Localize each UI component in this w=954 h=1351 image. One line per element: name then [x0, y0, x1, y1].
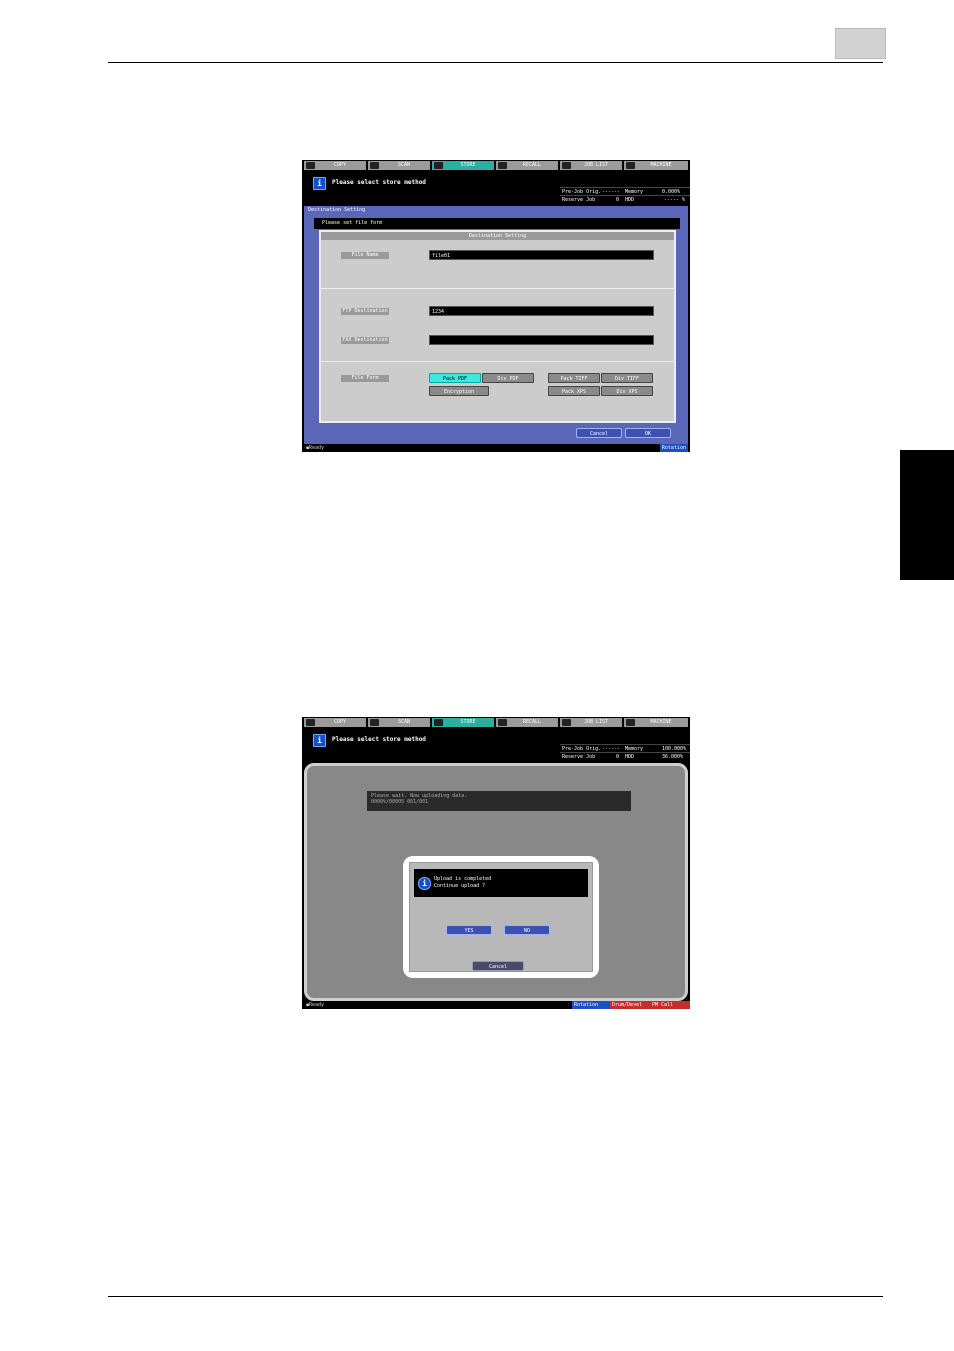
- status-message: Please select store method: [332, 736, 426, 743]
- div-tiff-button[interactable]: Div TIFF: [601, 373, 653, 383]
- tab-copy[interactable]: COPY: [304, 161, 366, 170]
- tab-copy[interactable]: COPY: [304, 718, 366, 727]
- tab-machine[interactable]: MACHINE: [624, 718, 688, 727]
- form-header: Destination Setting: [321, 232, 674, 240]
- ftp-destination-label: FTP Destination: [341, 308, 389, 315]
- machine-icon: [626, 719, 635, 726]
- tab-recall[interactable]: RECALL: [496, 718, 558, 727]
- tab-machine[interactable]: MACHINE: [624, 161, 688, 170]
- file-form-label: File Form: [341, 375, 389, 382]
- store-icon: [434, 719, 443, 726]
- tab-bar: COPY SCAN STORE RECALL JOB LIST MACHINE: [302, 160, 690, 171]
- file-name-label: File Name: [341, 252, 389, 259]
- divider: [321, 361, 674, 362]
- encryption-button[interactable]: Encryption: [429, 386, 489, 396]
- panel-title: Destination Setting: [308, 207, 366, 213]
- message-area: i Please select store method: [302, 171, 558, 203]
- status-panel: Pre-Job Orig. ------ Memory 100.000% Res…: [560, 728, 690, 760]
- form-area: Destination Setting File Name file01 FTP…: [319, 230, 676, 423]
- dialog-message: i Upload is completed Continue upload ?: [414, 869, 588, 897]
- tab-scan[interactable]: SCAN: [368, 718, 430, 727]
- ok-button[interactable]: OK: [625, 428, 671, 438]
- status-message: Please select store method: [332, 179, 426, 186]
- drum-devel-indicator: Drum/Devel: [610, 1001, 650, 1009]
- cancel-button[interactable]: Cancel: [576, 428, 622, 438]
- ftp-destination-field[interactable]: 1234: [429, 306, 654, 316]
- chapter-tab: [900, 450, 954, 580]
- tab-job-list[interactable]: JOB LIST: [560, 718, 622, 727]
- destination-setting-panel: Destination Setting Please set file form…: [304, 206, 688, 444]
- div-pdf-button[interactable]: Div PDF: [482, 373, 534, 383]
- status-panel: Pre-Job Orig. ------ Memory 0.000% Reser…: [560, 171, 690, 203]
- pack-tiff-button[interactable]: Pack TIFF: [548, 373, 600, 383]
- screenshot-upload-complete: COPY SCAN STORE RECALL JOB LIST MACHINE …: [302, 717, 690, 1009]
- ready-status: ◼ Ready to receive: [306, 445, 325, 451]
- copy-icon: [306, 162, 315, 169]
- cancel-upload-button[interactable]: Cancel: [472, 961, 524, 971]
- rotation-indicator: Rotation: [572, 1001, 610, 1009]
- status-row-reserve: Reserve Job 0 HDD 36.000%: [560, 752, 690, 761]
- tab-bar: COPY SCAN STORE RECALL JOB LIST MACHINE: [302, 717, 690, 728]
- upload-progress-message: Please wait. Now uploading data. 0000%/0…: [367, 791, 631, 811]
- no-button[interactable]: NO: [504, 925, 550, 935]
- job-list-icon: [562, 162, 571, 169]
- machine-icon: [626, 162, 635, 169]
- ready-status: ◼ Ready to receive: [306, 1002, 325, 1008]
- tab-store[interactable]: STORE: [432, 718, 494, 727]
- upload-panel: Please wait. Now uploading data. 0000%/0…: [304, 763, 688, 1001]
- tab-recall[interactable]: RECALL: [496, 161, 558, 170]
- tab-scan[interactable]: SCAN: [368, 161, 430, 170]
- instruction-bar: Please set file form: [314, 218, 680, 229]
- info-icon: i: [313, 734, 326, 747]
- info-icon: i: [418, 877, 431, 890]
- pm-call-indicator: PM Call: [650, 1001, 690, 1009]
- recall-icon: [498, 162, 507, 169]
- fax-destination-label: FAX Destination: [341, 337, 389, 344]
- copy-icon: [306, 719, 315, 726]
- message-area: i Please select store method: [302, 728, 558, 760]
- fax-destination-field[interactable]: [429, 335, 654, 345]
- pack-xps-button[interactable]: Pack XPS: [548, 386, 600, 396]
- status-row-reserve: Reserve Job 0 HDD ----- %: [560, 195, 690, 204]
- divider: [321, 288, 674, 289]
- yes-button[interactable]: YES: [446, 925, 492, 935]
- job-list-icon: [562, 719, 571, 726]
- pack-pdf-button[interactable]: Pack PDF: [429, 373, 481, 383]
- tab-store[interactable]: STORE: [432, 161, 494, 170]
- tab-job-list[interactable]: JOB LIST: [560, 161, 622, 170]
- page-number-box: [835, 28, 886, 59]
- div-xps-button[interactable]: Div XPS: [601, 386, 653, 396]
- info-icon: i: [313, 177, 326, 190]
- scan-icon: [370, 162, 379, 169]
- bottom-rule: [108, 1296, 883, 1297]
- scan-icon: [370, 719, 379, 726]
- recall-icon: [498, 719, 507, 726]
- rotation-indicator: Rotation: [659, 444, 688, 452]
- screenshot-destination-setting: COPY SCAN STORE RECALL JOB LIST MACHINE …: [302, 160, 690, 452]
- upload-complete-dialog: i Upload is completed Continue upload ? …: [403, 856, 599, 978]
- file-name-field[interactable]: file01: [429, 250, 654, 260]
- top-rule: [108, 62, 883, 63]
- store-icon: [434, 162, 443, 169]
- footer-bar: ◼ Ready to receive Rotation: [302, 444, 690, 452]
